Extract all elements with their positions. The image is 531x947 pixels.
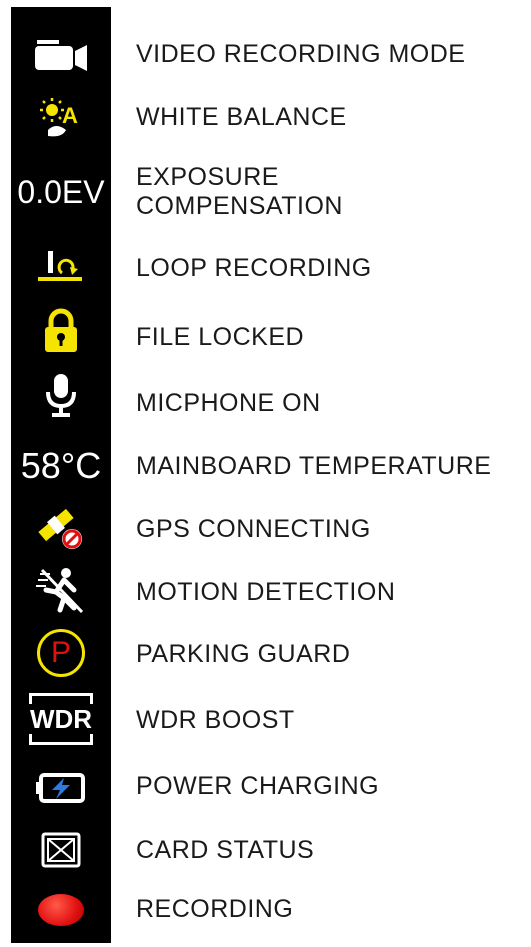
battery-charging-icon <box>11 766 111 810</box>
padlock-icon <box>11 307 111 355</box>
label-power-charging: POWER CHARGING <box>136 772 380 800</box>
motion-detection-icon <box>11 565 111 615</box>
loop-recording-icon <box>11 247 111 287</box>
wdr-text: WDR <box>29 704 93 734</box>
label-card-status: CARD STATUS <box>136 836 315 864</box>
record-dot-icon <box>11 888 111 932</box>
sd-card-icon <box>11 828 111 872</box>
label-video-recording-mode: VIDEO RECORDING MODE <box>136 40 466 68</box>
svg-text:A: A <box>62 103 78 128</box>
exposure-value-icon: 0.0EV <box>17 173 105 210</box>
label-gps-connecting: GPS CONNECTING <box>136 515 371 543</box>
gps-satellite-icon <box>11 502 111 554</box>
label-white-balance: WHITE BALANCE <box>136 103 347 131</box>
parking-guard-letter: P <box>50 636 71 669</box>
label-mainboard-temperature: MAINBOARD TEMPERATURE <box>136 452 492 480</box>
label-loop-recording: LOOP RECORDING <box>136 254 372 282</box>
label-parking-guard: PARKING GUARD <box>136 640 351 668</box>
video-camera-icon <box>11 36 111 76</box>
label-recording: RECORDING <box>136 895 294 923</box>
temperature-value-icon: 58°C <box>20 445 102 486</box>
label-file-locked: FILE LOCKED <box>136 323 305 351</box>
white-balance-auto-icon: A <box>11 96 111 140</box>
label-wdr-boost: WDR BOOST <box>136 706 295 734</box>
label-motion-detection: MOTION DETECTION <box>136 578 396 606</box>
wdr-icon: WDR <box>11 688 111 750</box>
wdr-top-bracket <box>29 693 93 704</box>
label-microphone-on: MICPHONE ON <box>136 389 321 417</box>
wdr-bottom-bracket <box>29 734 93 745</box>
label-exposure-line2: COMPENSATION <box>136 192 343 220</box>
label-exposure: EXPOSURE COMPENSATION <box>136 163 343 221</box>
parking-guard-icon: P <box>11 627 111 679</box>
label-exposure-line1: EXPOSURE <box>136 163 279 191</box>
microphone-icon <box>11 371 111 419</box>
